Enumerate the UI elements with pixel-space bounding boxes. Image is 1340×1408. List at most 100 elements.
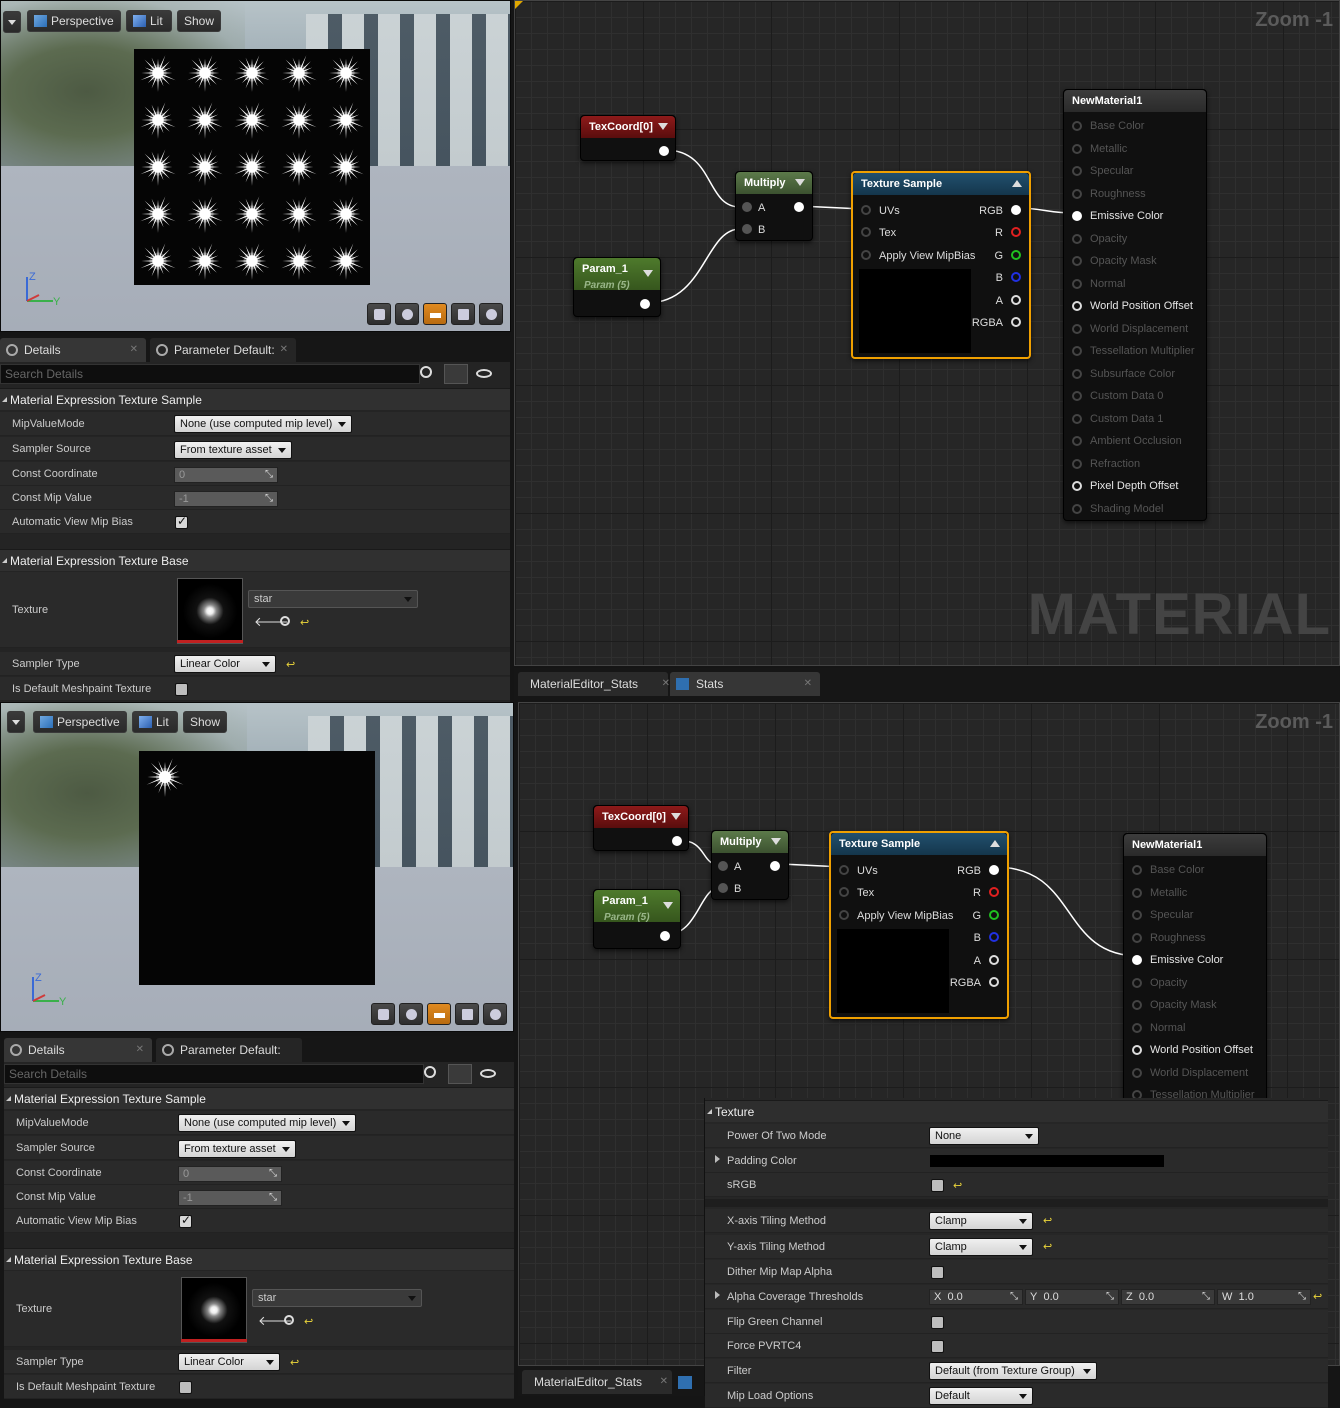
b-output-pin[interactable] [989, 932, 999, 942]
material-result-node[interactable]: NewMaterial1 Base Color Metallic Specular R… [1063, 89, 1207, 521]
close-icon[interactable]: ✕ [662, 672, 670, 696]
collapse-icon[interactable] [671, 813, 681, 820]
reset-icon[interactable]: ↩ [1043, 1214, 1052, 1227]
force-pvrtc4-checkbox[interactable] [931, 1340, 944, 1353]
stats-icon[interactable] [678, 1376, 692, 1389]
lit-button[interactable]: Lit [132, 711, 178, 733]
section-texture[interactable]: Texture [705, 1100, 1328, 1122]
uvs-input-pin[interactable] [839, 865, 849, 875]
multiply-output-pin[interactable] [770, 861, 780, 871]
reset-icon[interactable]: ↩ [300, 616, 309, 629]
material-graph-top[interactable]: Zoom -1 MATERIAL TexCoord[0] Param_1 Para… [514, 0, 1340, 666]
tab-parameter-defaults[interactable]: Parameter Default: [156, 1038, 302, 1062]
param-output-pin[interactable] [640, 299, 650, 309]
texcoord-output-pin[interactable] [659, 146, 669, 156]
section-texture-base[interactable]: Material Expression Texture Base [4, 1248, 514, 1270]
reset-icon[interactable]: ↩ [1313, 1290, 1322, 1303]
flip-green-checkbox[interactable] [931, 1316, 944, 1329]
x-tiling-dropdown[interactable]: Clamp [929, 1212, 1033, 1230]
multiply-input-a-pin[interactable] [742, 202, 752, 212]
auto-mip-bias-checkbox[interactable] [175, 514, 188, 529]
tab-details[interactable]: Details ✕ [4, 1038, 152, 1062]
alpha-coverage-w-field[interactable]: W 1.0 [1217, 1289, 1311, 1305]
b-output-pin[interactable] [1011, 272, 1021, 282]
viewport-menu-button[interactable] [3, 11, 21, 33]
collapse-icon[interactable] [658, 123, 668, 130]
cylinder-preview-button[interactable] [367, 303, 391, 325]
rgb-output-pin[interactable] [1011, 205, 1021, 215]
close-icon[interactable]: ✕ [660, 1370, 668, 1394]
perspective-button[interactable]: Perspective [33, 711, 127, 733]
browse-search-icon[interactable] [280, 616, 290, 626]
show-button[interactable]: Show [183, 711, 227, 733]
mipvaluemode-dropdown[interactable]: None (use computed mip level) [178, 1114, 356, 1132]
sampler-type-dropdown[interactable]: Linear Color [174, 655, 276, 673]
collapse-icon[interactable] [771, 838, 781, 845]
rgba-output-pin[interactable] [989, 977, 999, 987]
reset-icon[interactable]: ↩ [304, 1315, 313, 1328]
sampler-type-dropdown[interactable]: Linear Color [178, 1353, 280, 1371]
texture-asset-picker[interactable]: star [248, 590, 418, 608]
mesh-preview-button[interactable] [479, 303, 503, 325]
texcoord-output-pin[interactable] [672, 836, 682, 846]
cube-preview-button[interactable] [455, 1003, 479, 1025]
filter-dropdown[interactable]: Default (from Texture Group) [929, 1362, 1097, 1380]
multiply-node[interactable]: Multiply A B [735, 171, 813, 241]
texture-thumbnail[interactable] [181, 1277, 247, 1343]
collapse-icon[interactable] [795, 179, 805, 186]
collapse-icon[interactable] [1012, 180, 1022, 187]
expand-arrow-icon[interactable] [715, 1155, 720, 1163]
plane-preview-button[interactable] [427, 1003, 451, 1025]
sphere-preview-button[interactable] [395, 303, 419, 325]
padding-color-swatch[interactable] [930, 1155, 1164, 1167]
const-mip-field[interactable]: -1 [178, 1190, 282, 1206]
param-output-pin[interactable] [660, 931, 670, 941]
texture-sample-node[interactable]: Texture Sample UVs Tex Apply View MipBia… [851, 171, 1031, 359]
srgb-checkbox[interactable] [931, 1179, 944, 1192]
collapse-icon[interactable] [990, 840, 1000, 847]
g-output-pin[interactable] [1011, 250, 1021, 260]
a-output-pin[interactable] [989, 955, 999, 965]
g-output-pin[interactable] [989, 910, 999, 920]
r-output-pin[interactable] [1011, 227, 1021, 237]
reset-icon[interactable]: ↩ [953, 1179, 962, 1192]
tex-input-pin[interactable] [861, 227, 871, 237]
viewport-menu-button[interactable] [7, 711, 25, 733]
sphere-preview-button[interactable] [399, 1003, 423, 1025]
multiply-input-a-pin[interactable] [718, 861, 728, 871]
texture-asset-picker[interactable]: star [252, 1289, 422, 1307]
expand-arrow-icon[interactable] [715, 1291, 720, 1299]
section-texture-sample[interactable]: Material Expression Texture Sample [0, 388, 510, 410]
meshpaint-checkbox[interactable] [175, 683, 188, 696]
multiply-input-b-pin[interactable] [718, 883, 728, 893]
search-icon[interactable] [420, 366, 432, 378]
tab-stats[interactable]: Stats ✕ [670, 672, 820, 696]
section-texture-base[interactable]: Material Expression Texture Base [0, 549, 510, 571]
power-of-two-dropdown[interactable]: None [929, 1127, 1039, 1145]
multiply-node[interactable]: Multiply A B [711, 830, 789, 900]
close-icon[interactable]: ✕ [136, 1038, 144, 1062]
rgb-output-pin[interactable] [989, 865, 999, 875]
cylinder-preview-button[interactable] [371, 1003, 395, 1025]
const-coordinate-field[interactable]: 0 [178, 1166, 282, 1182]
param-node[interactable]: Param_1 Param (5) [573, 257, 661, 317]
multiply-output-pin[interactable] [794, 202, 804, 212]
sampler-source-dropdown[interactable]: From texture asset [174, 441, 292, 459]
mip-load-dropdown[interactable]: Default [929, 1387, 1033, 1405]
mesh-preview-button[interactable] [483, 1003, 507, 1025]
search-input[interactable]: Search Details [0, 364, 420, 384]
search-icon[interactable] [424, 1066, 436, 1078]
texture-sample-node[interactable]: Texture Sample UVs Tex Apply View MipBia… [829, 831, 1009, 1019]
close-icon[interactable]: ✕ [130, 338, 138, 362]
tab-parameter-defaults[interactable]: Parameter Default: ✕ [150, 338, 296, 362]
sampler-source-dropdown[interactable]: From texture asset [178, 1140, 296, 1158]
collapse-icon[interactable] [643, 270, 653, 277]
collapse-icon[interactable] [663, 902, 673, 909]
texcoord-node[interactable]: TexCoord[0] [580, 115, 676, 161]
const-coordinate-field[interactable]: 0 [174, 467, 278, 483]
reset-icon[interactable]: ↩ [286, 658, 295, 671]
cube-preview-button[interactable] [451, 303, 475, 325]
texture-thumbnail[interactable] [177, 578, 243, 644]
reset-icon[interactable]: ↩ [1043, 1240, 1052, 1253]
tab-materialeditor-stats[interactable]: MaterialEditor_Stats ✕ [518, 672, 670, 696]
